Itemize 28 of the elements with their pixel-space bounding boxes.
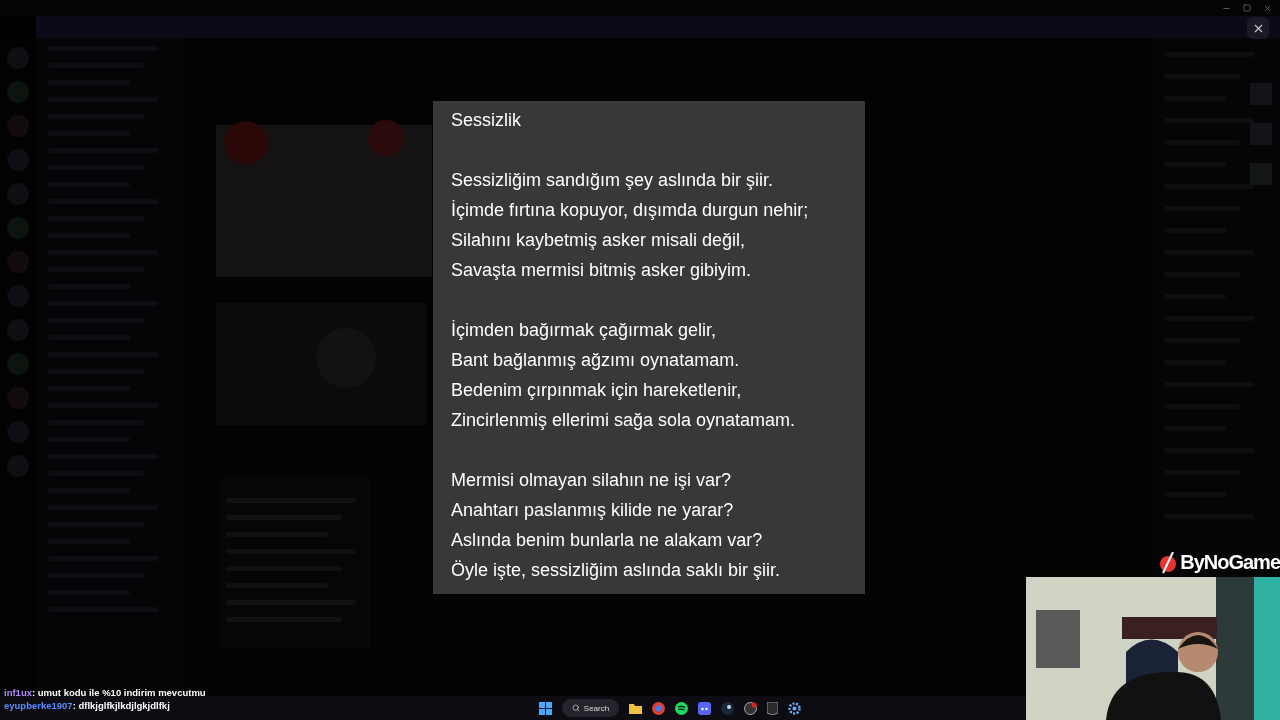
- poem-line: Sessizliğim sandığım şey aslında bir şiir.: [451, 169, 775, 192]
- chat-message: eyupberke1907: dflkjglfkjlkdjlgkjdlfkj: [4, 700, 171, 711]
- folder-icon[interactable]: [629, 702, 643, 714]
- poem-line: Anahtarı paslanmış kilide ne yarar?: [451, 499, 735, 522]
- poem-line: Aslında benim bunlarla ne alakam var?: [451, 529, 764, 552]
- search-icon: [571, 704, 580, 712]
- game-launcher-icon[interactable]: [721, 701, 735, 715]
- poem-line: Öyle işte, sessizliğim aslında saklı bir şiir.: [451, 559, 782, 582]
- chat-message: inf1ux: umut kodu ile %10 indirim mevcutmu: [4, 687, 206, 698]
- poem-title: Sessizlik: [451, 109, 522, 132]
- poem-line: Savaşta mermisi bitmiş asker gibiyim.: [451, 259, 753, 282]
- poem-line: Silahını kaybetmiş asker misali değil,: [451, 229, 747, 252]
- poem-line: Mermisi olmayan silahın ne işi var?: [451, 469, 733, 492]
- stream-logo: ByNoGame: [1180, 551, 1280, 574]
- search-button[interactable]: Search: [561, 699, 620, 717]
- poem-line: Zincirlenmiş ellerimi sağa sola oynatamam.: [451, 409, 797, 432]
- poem-line: Bant bağlanmış ağzımı oynatamam.: [451, 349, 741, 372]
- browser-icon[interactable]: [652, 701, 666, 715]
- close-button[interactable]: [1247, 17, 1269, 39]
- windows-logo-icon[interactable]: [538, 701, 552, 715]
- chat-app-icon[interactable]: [698, 701, 712, 715]
- poem-line: İçimden bağırmak çağırmak gelir,: [451, 319, 718, 342]
- poem-line: İçimde fırtına kopuyor, dışımda durgun nehir;: [451, 199, 810, 222]
- square-app-icon[interactable]: [767, 701, 779, 715]
- music-icon[interactable]: [675, 701, 689, 715]
- close-icon[interactable]: [1263, 3, 1272, 13]
- poem-line: Bedenim çırpınmak için hareketlenir,: [451, 379, 743, 402]
- gear-icon[interactable]: [788, 701, 802, 715]
